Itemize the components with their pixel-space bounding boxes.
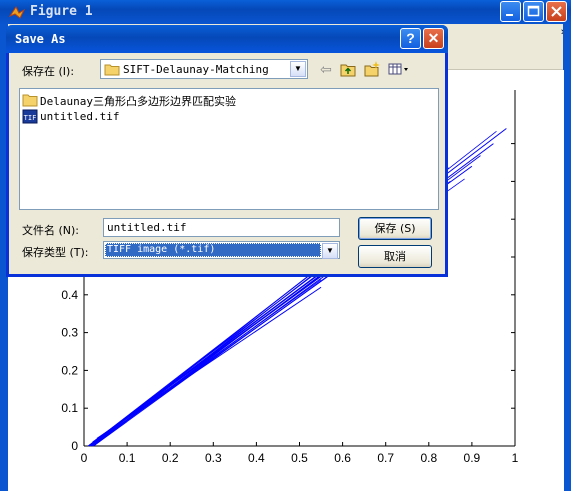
save-in-value: SIFT-Delaunay-Matching: [123, 63, 269, 76]
folder-icon: [22, 94, 38, 107]
x-tick-label: 0.5: [291, 451, 308, 465]
x-tick-label: 0.7: [377, 451, 394, 465]
cancel-button[interactable]: 取消: [358, 245, 432, 268]
y-tick-label: 0.1: [61, 401, 78, 415]
x-tick-label: 0.6: [334, 451, 351, 465]
help-button[interactable]: ?: [400, 28, 421, 49]
y-tick-label: 0.2: [61, 363, 78, 377]
y-tick-label: 0.4: [61, 288, 78, 302]
x-tick-label: 0.3: [205, 451, 222, 465]
tif-file-icon: TIF: [22, 109, 38, 124]
y-tick-label: 0.3: [61, 326, 78, 340]
file-name: untitled.tif: [40, 110, 120, 123]
close-icon: ✕: [427, 30, 440, 46]
x-tick-label: 0.1: [119, 451, 136, 465]
back-icon[interactable]: ⇦: [317, 60, 335, 78]
save-as-dialog: Save As ? ✕ 保存在 (I): SIFT-Delaunay-Match…: [6, 25, 448, 277]
dialog-title: Save As: [15, 32, 66, 46]
view-menu-icon[interactable]: [387, 60, 411, 78]
filename-value: untitled.tif: [107, 221, 187, 234]
chevron-down-icon[interactable]: ▼: [290, 61, 306, 77]
filetype-dropdown[interactable]: TIFF image (*.tif) ▼: [103, 241, 340, 259]
dialog-close-button[interactable]: ✕: [423, 28, 444, 49]
save-button[interactable]: 保存 (S): [358, 217, 432, 240]
x-tick-label: 0.2: [162, 451, 179, 465]
filename-label: 文件名 (N):: [22, 224, 80, 237]
x-tick-label: 0.4: [248, 451, 265, 465]
svg-text:TIF: TIF: [24, 114, 37, 122]
dialog-titlebar[interactable]: Save As ? ✕: [6, 25, 448, 53]
x-tick-label: 0: [81, 451, 88, 465]
new-folder-icon[interactable]: [363, 60, 381, 78]
filename-input[interactable]: untitled.tif: [103, 218, 340, 237]
y-tick-label: 0: [71, 439, 78, 453]
x-tick-label: 0.8: [420, 451, 437, 465]
filetype-value: TIFF image (*.tif): [105, 243, 321, 257]
folder-icon: [104, 64, 120, 76]
help-icon: ?: [406, 30, 415, 46]
filetype-label: 保存类型 (T):: [22, 246, 89, 259]
x-tick-label: 0.9: [464, 451, 481, 465]
x-tick-label: 1: [512, 451, 519, 465]
file-list[interactable]: Delaunay三角形凸多边形边界匹配实验 TIF untitled.tif: [19, 88, 439, 210]
chevron-down-icon[interactable]: ▼: [322, 243, 338, 259]
save-in-label: 保存在 (I):: [22, 65, 75, 78]
save-in-dropdown[interactable]: SIFT-Delaunay-Matching ▼: [100, 59, 308, 79]
file-name: Delaunay三角形凸多边形边界匹配实验: [40, 95, 236, 108]
up-folder-icon[interactable]: [339, 60, 357, 78]
